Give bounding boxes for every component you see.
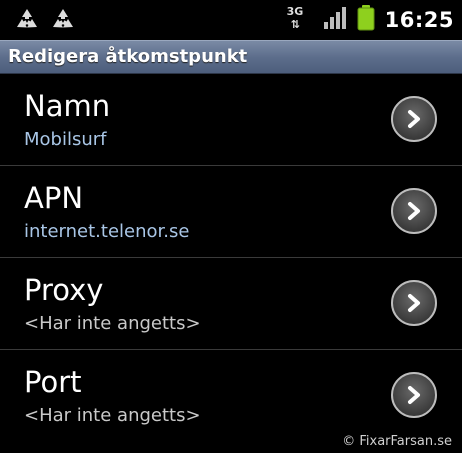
recycle-icon bbox=[14, 7, 40, 37]
apn-settings-list: Namn Mobilsurf APN internet.telenor.se P… bbox=[0, 74, 462, 442]
setting-summary: Mobilsurf bbox=[24, 129, 107, 150]
setting-apn[interactable]: APN internet.telenor.se bbox=[0, 166, 462, 258]
data-activity-icon: ⇅ bbox=[290, 18, 300, 31]
setting-summary: <Har inte angetts> bbox=[24, 405, 201, 426]
status-indicators: 3G ⇅ 16:25 bbox=[287, 4, 454, 36]
setting-title: Namn bbox=[24, 89, 111, 123]
title-bar: Redigera åtkomstpunkt bbox=[0, 40, 462, 74]
recycle-icon bbox=[50, 7, 76, 37]
setting-name[interactable]: Namn Mobilsurf bbox=[0, 74, 462, 166]
watermark: © FixarFarsan.se bbox=[342, 434, 452, 449]
chevron-right-icon[interactable] bbox=[391, 372, 437, 418]
clock: 16:25 bbox=[384, 8, 454, 32]
setting-port[interactable]: Port <Har inte angetts> bbox=[0, 350, 462, 442]
setting-proxy[interactable]: Proxy <Har inte angetts> bbox=[0, 258, 462, 350]
signal-icon bbox=[323, 7, 347, 33]
chevron-right-icon[interactable] bbox=[391, 188, 437, 234]
setting-summary: internet.telenor.se bbox=[24, 221, 190, 242]
page-title: Redigera åtkomstpunkt bbox=[8, 46, 248, 67]
status-bar: 3G ⇅ 16:25 bbox=[0, 0, 462, 40]
setting-title: APN bbox=[24, 181, 84, 215]
notification-icons bbox=[14, 7, 76, 37]
battery-icon bbox=[357, 5, 375, 35]
chevron-right-icon[interactable] bbox=[391, 96, 437, 142]
setting-summary: <Har inte angetts> bbox=[24, 313, 201, 334]
network-type-indicator: 3G ⇅ bbox=[287, 6, 313, 34]
setting-title: Proxy bbox=[24, 273, 104, 307]
network-type-label: 3G bbox=[286, 5, 304, 18]
chevron-right-icon[interactable] bbox=[391, 280, 437, 326]
setting-title: Port bbox=[24, 365, 82, 399]
